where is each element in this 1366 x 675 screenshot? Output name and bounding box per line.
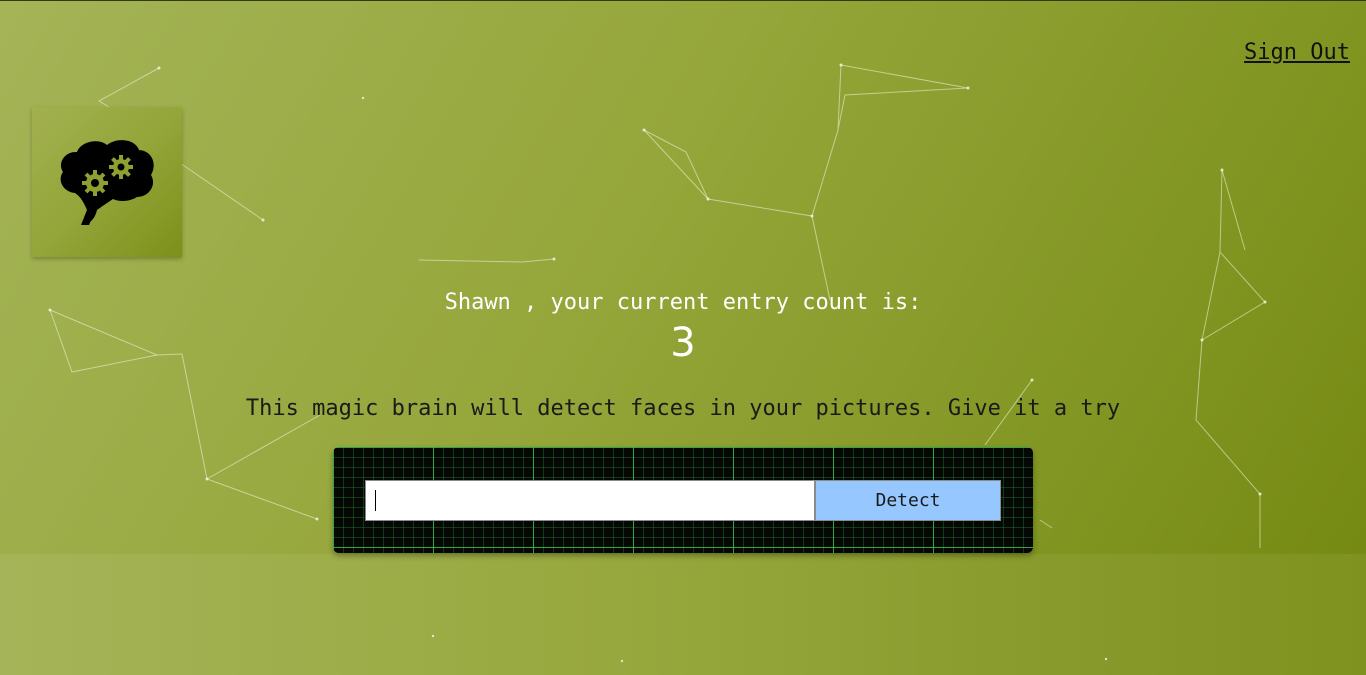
detect-button[interactable]: Detect <box>815 480 1001 521</box>
entry-count-greeting: Shawn , your current entry count is: <box>444 290 922 315</box>
app-tagline: This magic brain will detect faces in yo… <box>245 396 1121 421</box>
brain-gears-icon <box>60 140 154 225</box>
text-caret <box>375 490 376 511</box>
brain-logo-card <box>32 107 182 257</box>
background-bottom <box>0 554 1366 675</box>
top-border <box>0 0 1366 1</box>
image-url-input[interactable] <box>365 480 815 521</box>
entry-count-value: 3 <box>670 320 696 366</box>
sign-out-link[interactable]: Sign Out <box>1244 40 1350 65</box>
